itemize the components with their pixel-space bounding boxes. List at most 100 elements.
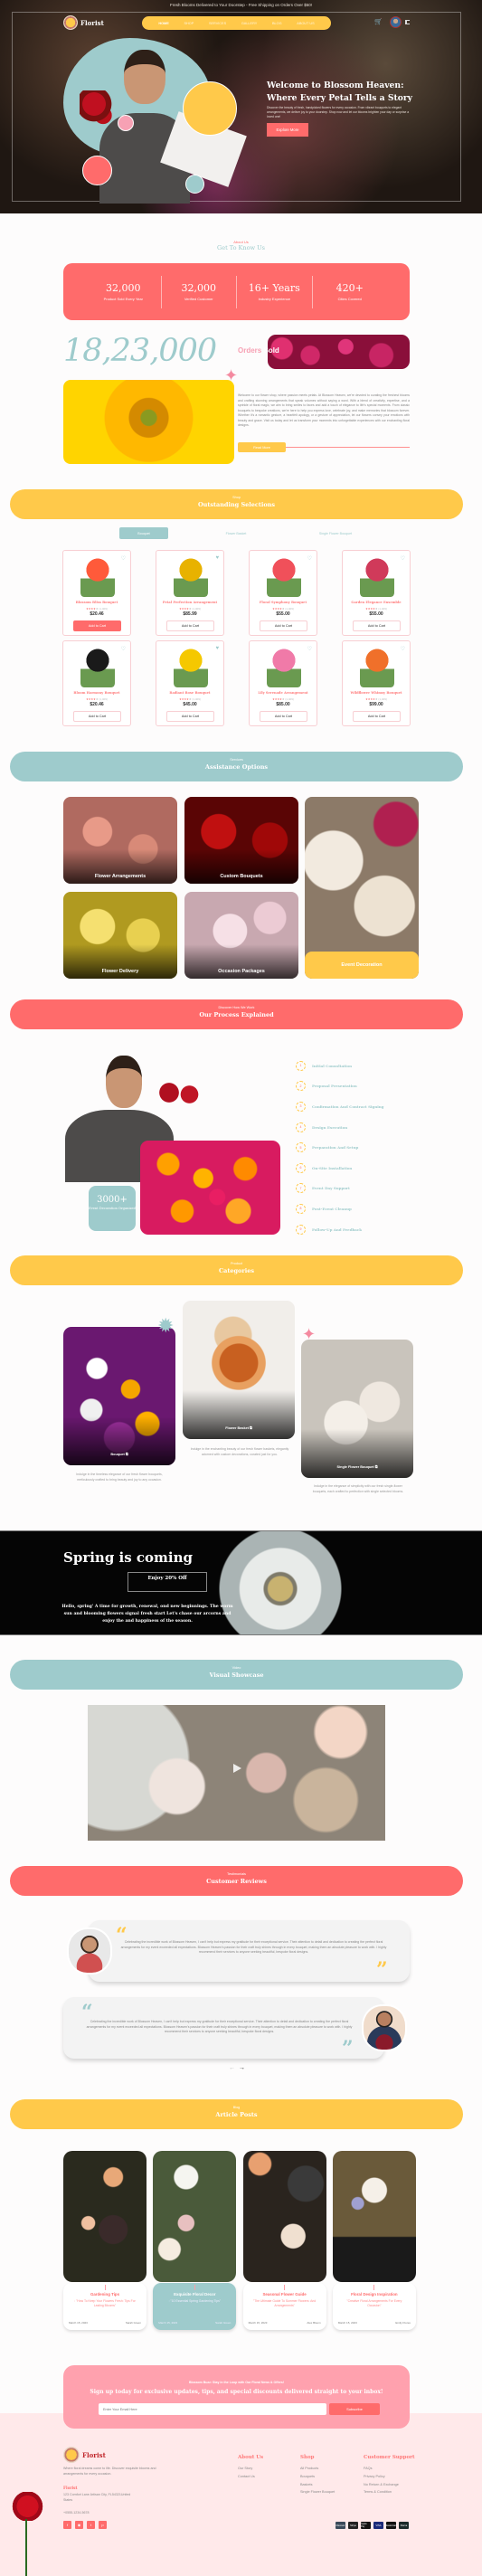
favorite-heart-icon[interactable]: ♡ — [401, 646, 405, 652]
blog-title[interactable]: Gardening Tips — [63, 2292, 146, 2297]
pinterest-icon[interactable]: p — [99, 2521, 107, 2529]
service-flower-arrangements[interactable]: Flower Arrangements — [63, 797, 177, 884]
cart-icon[interactable]: 🛒 — [374, 18, 383, 25]
favorite-heart-icon[interactable]: ♡ — [307, 555, 312, 562]
footer-link-terms[interactable]: Terms & Condition — [364, 2490, 415, 2494]
product-name[interactable]: Bloom Harmony Bouquet — [63, 691, 130, 695]
blog-title[interactable]: Seasonal Flower Guide — [243, 2292, 326, 2297]
user-avatar[interactable] — [390, 16, 402, 28]
subscribe-button[interactable]: Subscribe — [329, 2403, 380, 2415]
facebook-icon[interactable]: f — [63, 2521, 71, 2529]
add-to-cart-button[interactable]: Add to Cart — [260, 620, 307, 631]
product-image[interactable] — [267, 646, 301, 687]
tab-flower-basket[interactable]: Flower Basket — [212, 527, 260, 539]
product-name[interactable]: Radiant Rose Bouquet — [156, 691, 223, 695]
blog-card[interactable]: Seasonal Flower Guide "The Ultimate Guid… — [242, 2151, 326, 2330]
product-card[interactable]: ♡ Lily Serenade Arrangement ★★★★★ (1,409… — [249, 640, 317, 726]
footer-link-return-exchange[interactable]: No Return & Exchange — [364, 2483, 415, 2486]
product-card[interactable]: ♥ Petal Perfection Arrangement ★★★★★ (1,… — [156, 550, 224, 636]
add-to-cart-button[interactable]: Add to Cart — [166, 711, 214, 722]
favorite-heart-icon[interactable]: ♥ — [215, 646, 219, 651]
footer-link-contact-us[interactable]: Contact Us — [238, 2475, 263, 2478]
blog-image[interactable] — [242, 2151, 326, 2282]
product-image[interactable] — [267, 555, 301, 597]
blog-image[interactable] — [332, 2151, 416, 2282]
footer-link-single-flower-bouquet[interactable]: Single Flower Bouquet — [300, 2490, 335, 2494]
hero-description: Discover the beauty of fresh, handpicked… — [267, 106, 410, 118]
nav-gallery[interactable]: GALLERY — [241, 22, 257, 25]
brand-logo[interactable]: Florist — [63, 15, 104, 30]
instagram-icon[interactable]: ◉ — [75, 2521, 83, 2529]
product-name[interactable]: Blossom Bliss Bouquet — [63, 601, 130, 604]
service-event-decoration[interactable]: Event Decoration — [305, 797, 419, 979]
next-arrow-icon[interactable]: → — [239, 2065, 245, 2071]
product-rating: ★★★★★ (1,409) — [272, 607, 294, 611]
product-card[interactable]: ♡ Blossom Bliss Bouquet ★★★★★ (1,409) $2… — [62, 550, 131, 636]
favorite-heart-icon[interactable]: ♡ — [121, 555, 126, 562]
add-to-cart-button[interactable]: Add to Cart — [260, 711, 307, 722]
product-image[interactable] — [80, 555, 115, 597]
video-player[interactable] — [88, 1705, 385, 1841]
product-name[interactable]: Lily Serenade Arrangement — [250, 691, 317, 695]
favorite-heart-icon[interactable]: ♡ — [401, 555, 405, 562]
service-flower-delivery[interactable]: Flower Delivery — [63, 892, 177, 979]
play-icon[interactable] — [233, 1764, 241, 1773]
product-name[interactable]: Wildflower Whimsy Bouquet — [343, 691, 410, 695]
product-image[interactable] — [360, 646, 394, 687]
blog-card[interactable]: Floral Design Inspiration "Creative Flor… — [332, 2151, 416, 2330]
favorite-heart-icon[interactable]: ♡ — [307, 646, 312, 652]
nav-about[interactable]: ABOUT US — [297, 22, 314, 25]
explore-more-button[interactable]: Explore More — [267, 123, 308, 137]
menu-icon[interactable] — [405, 20, 410, 24]
blog-title[interactable]: Exquisite Floral Decor — [153, 2292, 236, 2297]
twitter-icon[interactable]: t — [87, 2521, 95, 2529]
nav-services[interactable]: SERVICES — [209, 22, 226, 25]
read-more-button[interactable]: Read More — [238, 442, 286, 452]
email-input[interactable] — [99, 2403, 326, 2415]
footer-link-bouquets[interactable]: Bouquets — [300, 2475, 335, 2478]
blog-image[interactable] — [63, 2151, 146, 2282]
favorite-heart-icon[interactable]: ♥ — [215, 555, 219, 561]
product-name[interactable]: Garden Elegance Ensemble — [343, 601, 410, 604]
nav-home[interactable]: HOME — [158, 22, 168, 25]
product-image[interactable] — [360, 555, 394, 597]
footer-link-privacy-policy[interactable]: Privacy Policy — [364, 2475, 415, 2478]
product-card[interactable]: ♡ Wildflower Whimsy Bouquet ★★★★★ (1,409… — [342, 640, 411, 726]
service-custom-bouquets[interactable]: Custom Bouquets — [184, 797, 298, 884]
footer-link-all-products[interactable]: All Products — [300, 2467, 335, 2470]
product-image[interactable] — [174, 555, 208, 597]
blog-image[interactable] — [153, 2151, 237, 2282]
category-flower-basket[interactable]: Flower Basket ⧉ — [183, 1301, 295, 1439]
product-image[interactable] — [80, 646, 115, 687]
nav-blog[interactable]: BLOG — [272, 22, 282, 25]
product-card[interactable]: ♡ Bloom Harmony Bouquet ★★★★★ (1,409) $2… — [62, 640, 131, 726]
blog-title[interactable]: Floral Design Inspiration — [333, 2292, 416, 2297]
tab-single-flower-bouquet[interactable]: Single Flower Bouquet — [304, 527, 367, 539]
add-to-cart-button[interactable]: Add to Cart — [353, 620, 401, 631]
footer-logo[interactable]: Florist — [63, 2447, 106, 2463]
product-image[interactable] — [174, 646, 208, 687]
category-single-flower-bouquet[interactable]: Single Flower Bouquet ⧉ — [301, 1340, 413, 1478]
add-to-cart-button[interactable]: Add to Cart — [73, 620, 121, 631]
footer-link-faqs[interactable]: FAQs — [364, 2467, 415, 2470]
product-card[interactable]: ♡ Floral Symphony Bouquet ★★★★★ (1,409) … — [249, 550, 317, 636]
add-to-cart-button[interactable]: Add to Cart — [166, 620, 214, 631]
add-to-cart-button[interactable]: Add to Cart — [353, 711, 401, 722]
prev-arrow-icon[interactable]: ← — [229, 2065, 235, 2071]
blog-card[interactable]: Gardening Tips : "How To Keep Your Flowe… — [63, 2151, 146, 2330]
spring-offer[interactable]: Enjoy 20% Off — [128, 1572, 207, 1592]
category-bouquet[interactable]: Bouquet ⧉ — [63, 1327, 175, 1465]
service-occasion-packages[interactable]: Occasion Packages — [184, 892, 298, 979]
product-name[interactable]: Petal Perfection Arrangement — [156, 601, 223, 604]
add-to-cart-button[interactable]: Add to Cart — [73, 711, 121, 722]
footer-link-baskets[interactable]: Baskets — [300, 2483, 335, 2486]
product-card[interactable]: ♥ Radiant Rose Bouquet ★★★★★ (1,409) $45… — [156, 640, 224, 726]
tab-bouquet[interactable]: Bouquet — [119, 527, 168, 539]
product-name[interactable]: Floral Symphony Bouquet — [250, 601, 317, 604]
nav-shop[interactable]: SHOP — [184, 22, 194, 25]
footer-link-our-story[interactable]: Our Story — [238, 2467, 263, 2470]
favorite-heart-icon[interactable]: ♡ — [121, 646, 126, 652]
product-card[interactable]: ♡ Garden Elegance Ensemble ★★★★★ (1,409)… — [342, 550, 411, 636]
blog-date: March 15, 2023 — [248, 2321, 268, 2325]
blog-card[interactable]: Exquisite Floral Decor : "10 Essential S… — [153, 2151, 237, 2330]
